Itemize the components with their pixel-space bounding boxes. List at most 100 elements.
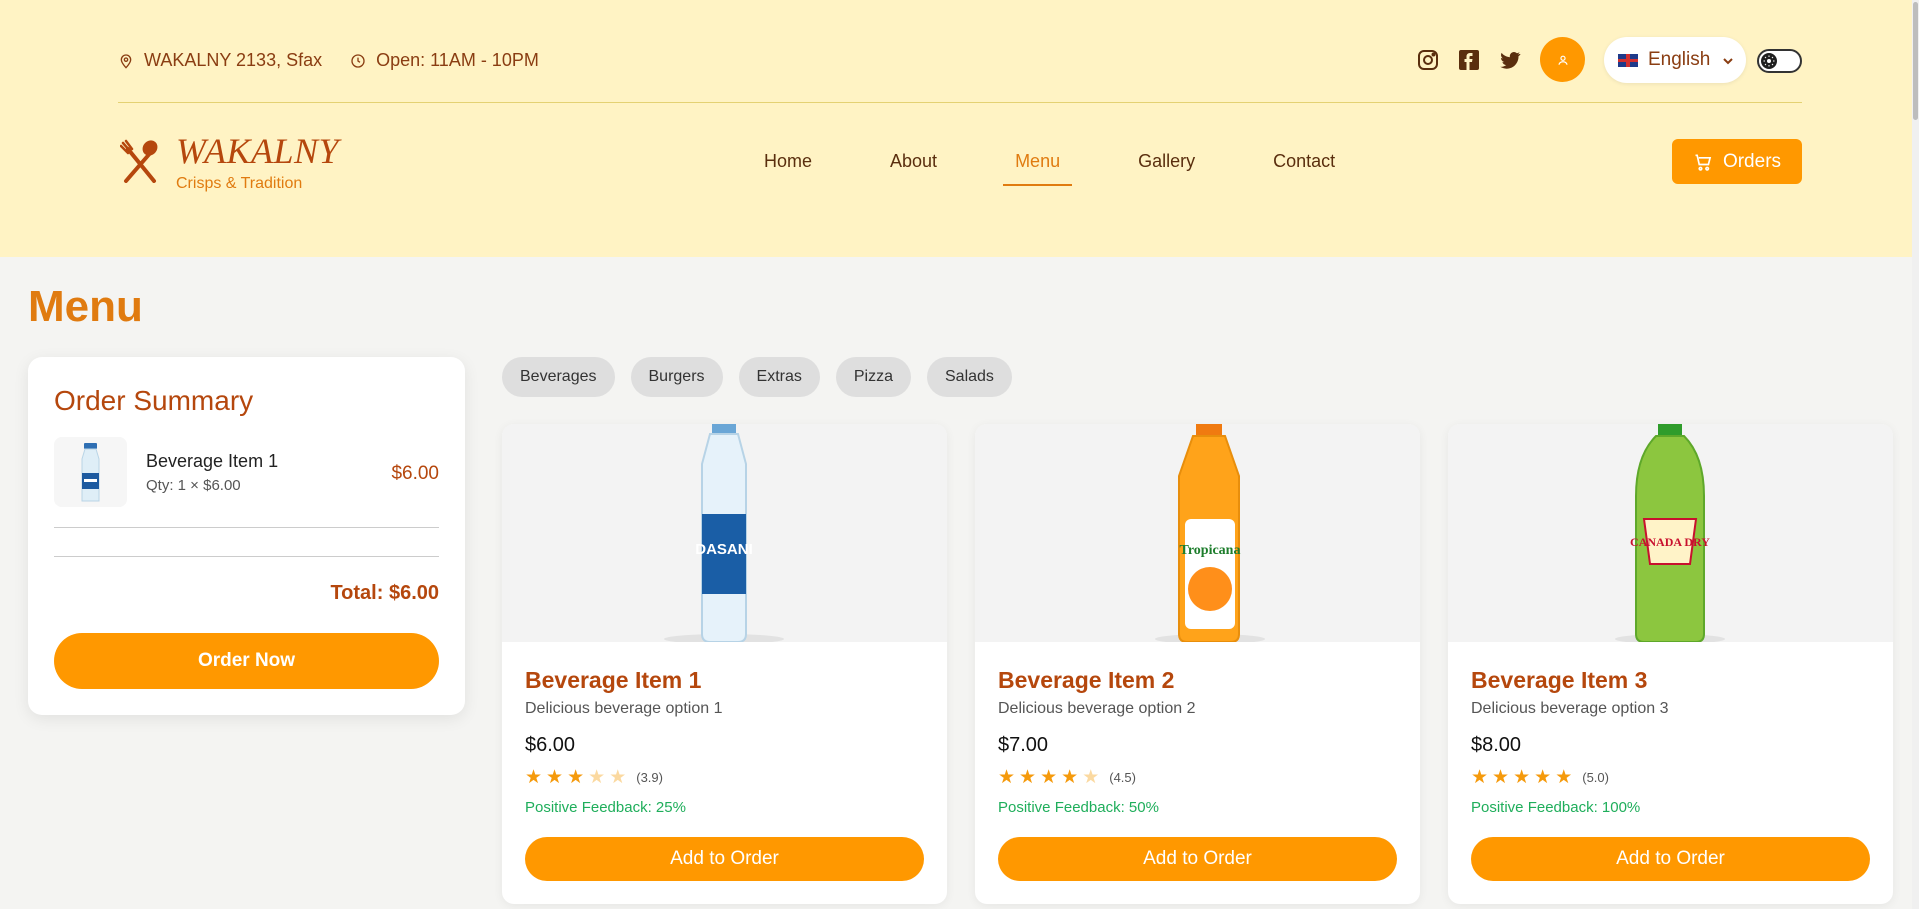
header-divider bbox=[118, 102, 1802, 103]
cart-icon bbox=[1695, 154, 1712, 171]
scrollbar-thumb[interactable] bbox=[1913, 2, 1918, 120]
product-image: DASANI bbox=[502, 424, 947, 642]
language-selector[interactable]: English bbox=[1604, 37, 1746, 83]
star-icon: ★ bbox=[1082, 767, 1100, 788]
hours-info: Open: 11AM - 10PM bbox=[350, 50, 539, 71]
address-text: WAKALNY 2133, Sfax bbox=[144, 50, 323, 70]
product-grid: DASANI Beverage Item 1 Delicious beverag… bbox=[502, 424, 1919, 904]
product-feedback: Positive Feedback: 100% bbox=[1471, 799, 1641, 816]
product-description: Delicious beverage option 2 bbox=[998, 700, 1196, 717]
page-title: Menu bbox=[28, 282, 143, 331]
sun-icon bbox=[1761, 53, 1777, 69]
orders-label: Orders bbox=[1722, 150, 1782, 172]
product-description: Delicious beverage option 1 bbox=[525, 700, 723, 717]
star-icon: ★ bbox=[1061, 767, 1079, 788]
rating-value: (4.5) bbox=[1109, 770, 1136, 785]
summary-item-qty: Qty: 1 × $6.00 bbox=[146, 477, 241, 494]
category-salads[interactable]: Salads bbox=[927, 357, 1012, 397]
nav-home[interactable]: Home bbox=[752, 147, 824, 176]
category-burgers[interactable]: Burgers bbox=[630, 357, 723, 397]
category-pizza[interactable]: Pizza bbox=[835, 357, 911, 397]
product-feedback: Positive Feedback: 50% bbox=[998, 799, 1159, 816]
product-price: $7.00 bbox=[998, 734, 1049, 756]
brand-name: WAKALNY bbox=[176, 131, 340, 171]
product-image-label: CANADA DRY bbox=[1630, 535, 1710, 549]
page-scrollbar[interactable] bbox=[1912, 0, 1919, 909]
product-description: Delicious beverage option 3 bbox=[1471, 700, 1669, 717]
summary-divider bbox=[54, 527, 439, 528]
product-price: $6.00 bbox=[525, 734, 576, 756]
star-icon: ★ bbox=[1534, 767, 1552, 788]
product-name: Beverage Item 1 bbox=[525, 667, 702, 693]
star-icon: ★ bbox=[609, 767, 627, 788]
language-label: English bbox=[1648, 49, 1711, 70]
instagram-icon[interactable] bbox=[1415, 47, 1441, 73]
twitter-icon[interactable] bbox=[1497, 47, 1523, 73]
add-to-order-button[interactable]: Add to Order bbox=[998, 837, 1397, 881]
order-summary-panel: Order Summary Beverage Item 1 Qty: 1 × $… bbox=[28, 357, 465, 715]
product-name: Beverage Item 2 bbox=[998, 667, 1175, 693]
category-extras[interactable]: Extras bbox=[738, 357, 820, 397]
summary-item-name: Beverage Item 1 bbox=[146, 451, 279, 471]
brand-tagline: Crisps & Tradition bbox=[176, 175, 303, 192]
star-icon: ★ bbox=[1040, 767, 1058, 788]
chevron-down-icon bbox=[1722, 54, 1734, 66]
topbar-info: WAKALNY 2133, Sfax Open: 11AM - 10PM bbox=[118, 50, 567, 71]
user-icon bbox=[1557, 55, 1568, 65]
product-image: CANADA DRY bbox=[1448, 424, 1893, 642]
site-logo[interactable]: WAKALNY Crisps & Tradition bbox=[119, 133, 339, 193]
main-nav: Home About Menu Gallery Contact bbox=[752, 147, 1401, 186]
summary-item-thumbnail bbox=[54, 437, 127, 507]
product-name: Beverage Item 3 bbox=[1471, 667, 1648, 693]
star-icon: ★ bbox=[546, 767, 564, 788]
address-info: WAKALNY 2133, Sfax bbox=[118, 50, 322, 71]
theme-toggle[interactable] bbox=[1757, 49, 1802, 73]
facebook-icon[interactable] bbox=[1456, 47, 1482, 73]
product-rating: ★ ★ ★ ★ ★ (4.5) bbox=[998, 768, 1136, 787]
site-header: WAKALNY 2133, Sfax Open: 11AM - 10PM Eng… bbox=[0, 0, 1919, 257]
star-icon: ★ bbox=[1513, 767, 1531, 788]
product-image-label: DASANI bbox=[695, 541, 753, 558]
star-icon: ★ bbox=[1492, 767, 1510, 788]
product-image-label: Tropicana bbox=[1180, 543, 1241, 558]
order-now-button[interactable]: Order Now bbox=[54, 633, 439, 689]
category-filters: Beverages Burgers Extras Pizza Salads bbox=[502, 357, 1028, 397]
product-card: DASANI Beverage Item 1 Delicious beverag… bbox=[502, 424, 947, 904]
add-to-order-button[interactable]: Add to Order bbox=[525, 837, 924, 881]
rating-value: (3.9) bbox=[636, 770, 663, 785]
star-icon: ★ bbox=[567, 767, 585, 788]
orders-button[interactable]: Orders bbox=[1672, 139, 1802, 184]
utensils-icon bbox=[119, 133, 160, 188]
product-card: CANADA DRY Beverage Item 3 Delicious bev… bbox=[1448, 424, 1893, 904]
product-rating: ★ ★ ★ ★ ★ (3.9) bbox=[525, 768, 663, 787]
product-image: Tropicana bbox=[975, 424, 1420, 642]
summary-item: Beverage Item 1 Qty: 1 × $6.00 $6.00 bbox=[54, 437, 439, 507]
star-icon: ★ bbox=[1471, 767, 1489, 788]
summary-divider bbox=[54, 556, 439, 557]
hours-text: Open: 11AM - 10PM bbox=[376, 50, 539, 70]
product-rating: ★ ★ ★ ★ ★ (5.0) bbox=[1471, 768, 1609, 787]
order-summary-title: Order Summary bbox=[54, 385, 254, 416]
star-icon: ★ bbox=[588, 767, 606, 788]
nav-menu[interactable]: Menu bbox=[1003, 147, 1073, 186]
product-feedback: Positive Feedback: 25% bbox=[525, 799, 686, 816]
rating-value: (5.0) bbox=[1582, 770, 1609, 785]
nav-about[interactable]: About bbox=[878, 147, 949, 176]
user-account-button[interactable] bbox=[1540, 37, 1585, 82]
star-icon: ★ bbox=[998, 767, 1016, 788]
star-icon: ★ bbox=[1555, 767, 1573, 788]
location-pin-icon bbox=[120, 53, 132, 69]
summary-total: Total: $6.00 bbox=[330, 582, 439, 604]
clock-icon bbox=[351, 53, 365, 68]
social-links bbox=[1415, 47, 1538, 73]
product-price: $8.00 bbox=[1471, 734, 1522, 756]
category-beverages[interactable]: Beverages bbox=[502, 357, 615, 397]
add-to-order-button[interactable]: Add to Order bbox=[1471, 837, 1870, 881]
nav-gallery[interactable]: Gallery bbox=[1126, 147, 1207, 176]
nav-contact[interactable]: Contact bbox=[1261, 147, 1347, 176]
star-icon: ★ bbox=[525, 767, 543, 788]
summary-item-price: $6.00 bbox=[391, 463, 439, 484]
product-card: Tropicana Beverage Item 2 Delicious beve… bbox=[975, 424, 1420, 904]
logo-text: WAKALNY Crisps & Tradition bbox=[176, 133, 339, 193]
star-icon: ★ bbox=[1019, 767, 1037, 788]
